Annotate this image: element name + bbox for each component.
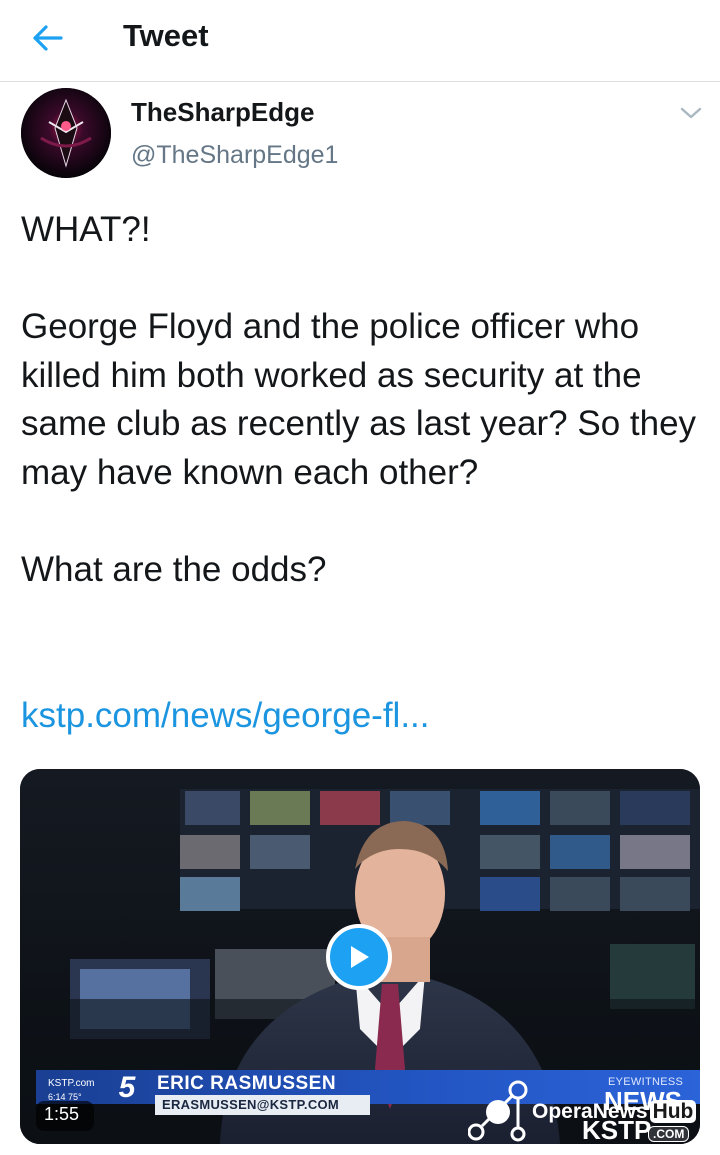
top-bar: Tweet: [0, 0, 720, 82]
video-duration: 1:55: [44, 1104, 80, 1124]
watermark-opera: OperaNews: [532, 1100, 648, 1123]
tweet-text: WHAT?! George Floyd and the police offic…: [21, 210, 697, 589]
avatar[interactable]: [21, 88, 111, 178]
play-icon: [351, 946, 369, 968]
watermark-hub: Hub: [649, 1100, 697, 1123]
tweet-link[interactable]: kstp.com/news/george-fl...: [21, 696, 430, 736]
back-arrow-icon: [33, 25, 63, 51]
author-handle[interactable]: @TheSharpEdge1: [131, 141, 338, 170]
back-button[interactable]: [30, 20, 66, 56]
watermark-text: OperaNews Hub: [532, 1100, 697, 1124]
brand-com: .COM: [648, 1126, 690, 1142]
opera-news-logo-icon: [467, 1078, 530, 1142]
channel-logo: 5: [118, 1071, 136, 1104]
anchor-name: ERIC RASMUSSEN: [157, 1073, 337, 1094]
station-label: KSTP.com: [48, 1078, 95, 1089]
anchor-email: ERASMUSSEN@KSTP.COM: [162, 1097, 340, 1112]
page-title: Tweet: [123, 18, 209, 53]
play-button[interactable]: [326, 924, 392, 990]
chevron-down-icon: [680, 107, 702, 119]
author-name[interactable]: TheSharpEdge: [131, 97, 314, 128]
tweet-menu-button[interactable]: [676, 100, 706, 126]
